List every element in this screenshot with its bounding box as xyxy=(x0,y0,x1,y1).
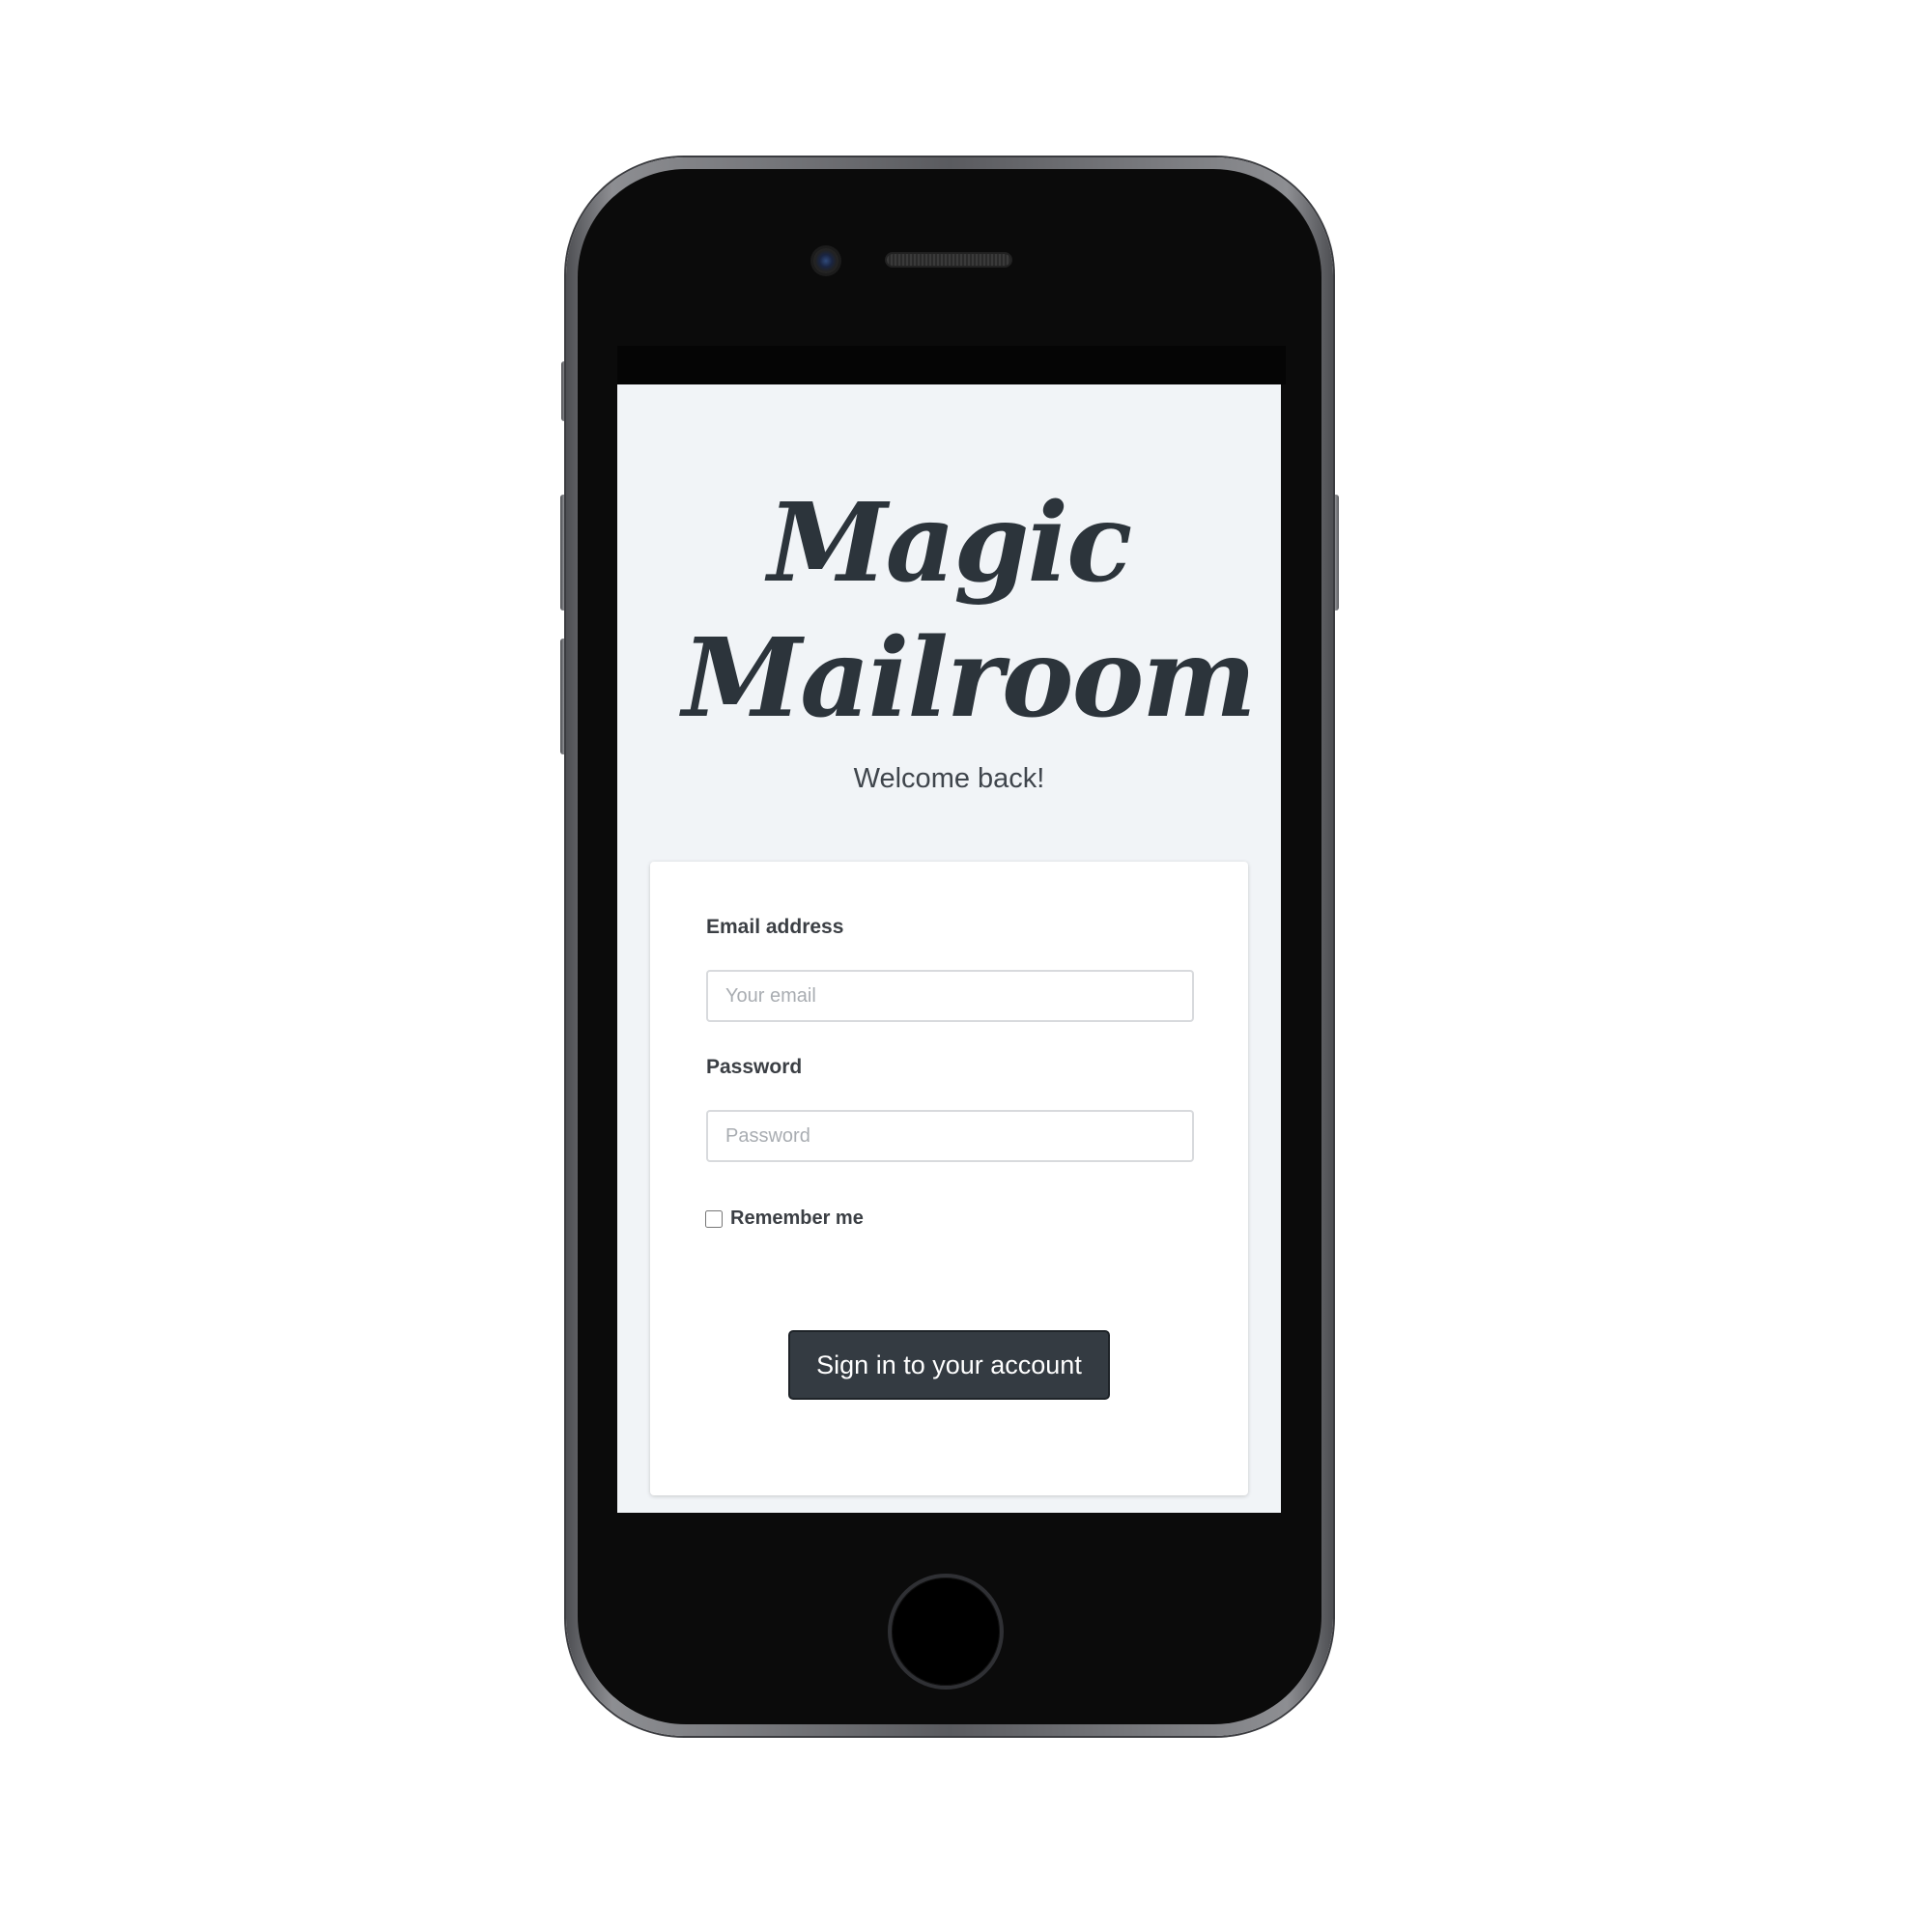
earpiece-speaker-icon xyxy=(887,254,1010,266)
sign-in-button[interactable]: Sign in to your account xyxy=(788,1330,1110,1400)
app-screen: Magic Mailroom Welcome back! Email addre… xyxy=(617,384,1281,1513)
remember-me-checkbox[interactable] xyxy=(705,1209,723,1228)
remember-me-label[interactable]: Remember me xyxy=(730,1208,864,1230)
logo-line-1: Magic xyxy=(767,480,1133,607)
login-card: Email address Password Remember me Sign … xyxy=(650,862,1248,1495)
home-button-icon[interactable] xyxy=(888,1574,1004,1690)
password-input[interactable] xyxy=(706,1110,1194,1162)
welcome-message: Welcome back! xyxy=(853,763,1045,794)
status-bar xyxy=(617,346,1286,384)
remember-me-row: Remember me xyxy=(705,1208,864,1230)
password-label: Password xyxy=(706,1056,803,1078)
email-input[interactable] xyxy=(706,970,1194,1022)
app-logo: Magic Mailroom xyxy=(617,476,1281,747)
logo-line-2: Mailroom xyxy=(682,615,1257,742)
email-label: Email address xyxy=(706,916,844,938)
front-camera-icon xyxy=(813,248,838,273)
stage: Magic Mailroom Welcome back! Email addre… xyxy=(0,0,1932,1932)
